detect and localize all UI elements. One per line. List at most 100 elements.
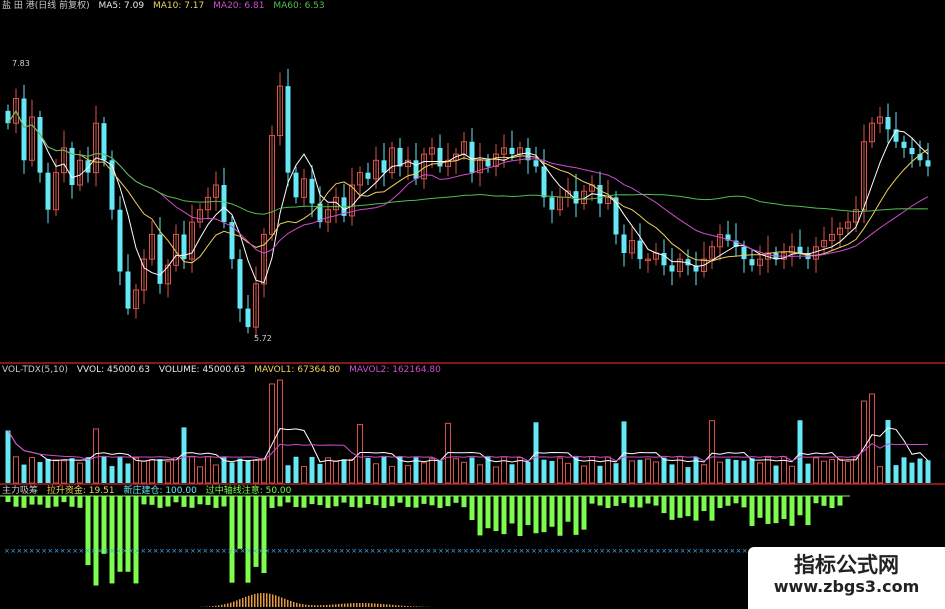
volume-bar-down [549, 460, 555, 483]
bottom-bar [362, 603, 364, 607]
marker-x: × [618, 547, 624, 555]
indicator-bar [237, 496, 243, 549]
marker-x: × [171, 547, 177, 555]
volume-bar-up [61, 460, 67, 484]
volume-bar-down [285, 465, 291, 483]
marker-x: × [35, 547, 41, 555]
volume-bar-down [733, 460, 739, 483]
marker-x: × [550, 547, 556, 555]
bottom-bar [413, 606, 415, 607]
indicator-bar [309, 496, 315, 505]
volume-bar-up [653, 461, 659, 484]
candle-down [21, 98, 27, 161]
volume-bar-down [21, 464, 27, 483]
volume-bar-up [141, 460, 147, 484]
marker-x: × [531, 547, 537, 555]
marker-x: × [450, 547, 456, 555]
marker-x: × [636, 547, 642, 555]
bottom-bar [386, 604, 388, 607]
bottom-bar [356, 603, 358, 607]
volume-bar-up [789, 465, 795, 484]
indicator-bar [597, 496, 603, 506]
indicator-bar [69, 496, 75, 507]
marker-x: × [742, 547, 748, 555]
bottom-bar [365, 603, 367, 607]
indicator-bar [629, 496, 635, 508]
volume-bar-down [69, 458, 75, 483]
volume-bar-up [197, 466, 203, 484]
bottom-bar [296, 602, 298, 607]
marker-x: × [612, 547, 618, 555]
indicator-bar [581, 496, 587, 530]
marker-x: × [723, 547, 729, 555]
volume-bar-up [29, 457, 35, 484]
volume-bar-up [757, 462, 763, 484]
marker-x: × [277, 547, 283, 555]
volume-bar-up [173, 457, 179, 484]
volume-bar-down [541, 459, 547, 483]
indicator-bar [837, 496, 843, 506]
candle-down [397, 147, 403, 167]
candle-down [45, 172, 51, 210]
volume-bar-down [469, 457, 475, 483]
indicator-bar [29, 496, 35, 505]
marker-x: × [388, 547, 394, 555]
vvol-value: VVOL: 45000.63 [76, 365, 150, 375]
bottom-bar [278, 596, 280, 607]
bottom-bar [302, 604, 304, 607]
volume-bar-down [509, 464, 515, 483]
volume-bar-up [701, 464, 707, 484]
volume-bar-up [333, 460, 339, 484]
marker-x: × [302, 547, 308, 555]
indicator-bar [333, 496, 339, 507]
marker-x: × [537, 547, 543, 555]
bottom-bar [314, 605, 316, 607]
bottom-bar [308, 604, 310, 607]
marker-x: × [500, 547, 506, 555]
volume-bar-up [77, 462, 83, 484]
mavol2-value: MAVOL2: 162164.80 [349, 365, 441, 375]
marker-x: × [202, 547, 208, 555]
volume-bar-down [117, 457, 123, 483]
candle-down [637, 240, 643, 260]
indicator-bar [485, 496, 491, 529]
indicator-bar [461, 496, 467, 508]
bottom-bar [329, 604, 331, 607]
bottom-bar [380, 603, 382, 607]
indicator-bar [669, 496, 675, 520]
indicator-bar [373, 496, 379, 506]
indicator-bar [381, 496, 387, 508]
candle-down [469, 141, 475, 173]
bottom-bar [371, 603, 373, 607]
marker-x: × [264, 547, 270, 555]
marker-x: × [481, 547, 487, 555]
ma5-value: MA5: 7.09 [98, 1, 145, 11]
volume-bar-down [725, 458, 731, 483]
bottom-bar [254, 593, 256, 607]
volume-bar-down [437, 460, 443, 483]
volume-bar-up [93, 428, 99, 484]
candle-down [749, 259, 755, 266]
ma60-value: MA60: 6.53 [273, 1, 325, 11]
volume-bar-up [877, 466, 883, 484]
bottom-bar [410, 606, 412, 607]
bottom-bar [416, 606, 418, 607]
kline-chart[interactable]: 7.835.72× × × × × × × × × × × × × × × × × × × × × × × × × × × × × × × ×… [0, 0, 945, 609]
indicator-bar [573, 496, 579, 535]
marker-x: × [165, 547, 171, 555]
marker-x: × [289, 547, 295, 555]
indicator-bar [261, 496, 267, 574]
marker-x: × [116, 547, 122, 555]
indicator-bar [693, 496, 699, 521]
volume-bar-down [85, 457, 91, 483]
marker-x: × [419, 547, 425, 555]
volume-value: VOLUME: 45000.63 [158, 365, 246, 375]
indicator-bar [637, 496, 643, 508]
marker-x: × [308, 547, 314, 555]
ma10-value: MA10: 7.17 [152, 1, 205, 11]
indicator-bar [253, 496, 259, 567]
marker-x: × [271, 547, 277, 555]
watermark-url: www.zbgs3.com [773, 577, 920, 596]
indicator-bar [661, 496, 667, 514]
indicator-bar [717, 496, 723, 508]
